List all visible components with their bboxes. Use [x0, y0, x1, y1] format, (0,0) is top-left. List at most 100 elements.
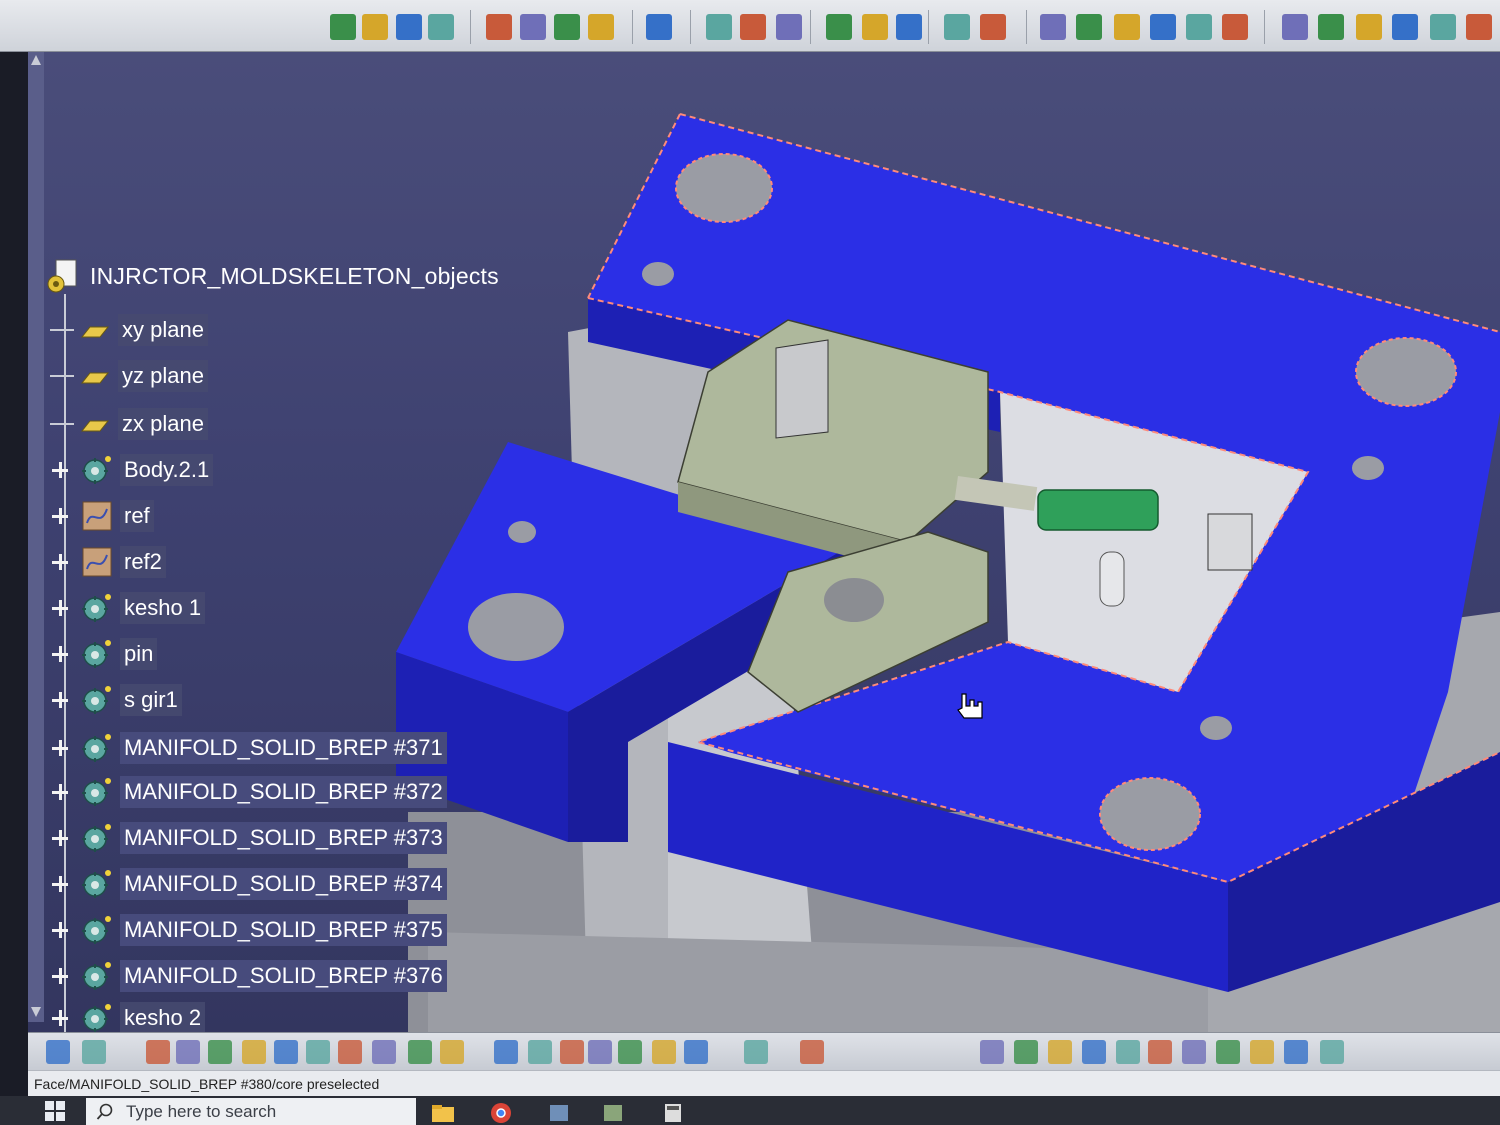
toolbar-tool-button[interactable] [274, 1040, 298, 1064]
toolbar-tool-button[interactable] [494, 1040, 518, 1064]
tree-node[interactable]: ref [50, 496, 154, 536]
toolbar-tool-button[interactable] [1150, 14, 1176, 40]
toolbar-tool-button[interactable] [146, 1040, 170, 1064]
windows-start-icon[interactable] [44, 1100, 66, 1122]
toolbar-tool-button[interactable] [82, 1040, 106, 1064]
toolbar-tool-button[interactable] [980, 1040, 1004, 1064]
toolbar-tool-button[interactable] [1356, 14, 1382, 40]
toolbar-tool-button[interactable] [560, 1040, 584, 1064]
toolbar-tool-button[interactable] [1318, 14, 1344, 40]
toolbar-tool-button[interactable] [520, 14, 546, 40]
toolbar-tool-button[interactable] [1392, 14, 1418, 40]
toolbar-tool-button[interactable] [528, 1040, 552, 1064]
toolbar-tool-button[interactable] [1222, 14, 1248, 40]
toolbar-tool-button[interactable] [684, 1040, 708, 1064]
toolbar-tool-button[interactable] [1320, 1040, 1344, 1064]
toolbar-tool-button[interactable] [646, 14, 672, 40]
insert-body[interactable] [1037, 489, 1159, 531]
app-icon[interactable] [600, 1102, 626, 1124]
toolbar-tool-button[interactable] [1116, 1040, 1140, 1064]
file-explorer-icon[interactable] [430, 1102, 456, 1124]
toolbar-tool-button[interactable] [1040, 14, 1066, 40]
toolbar-tool-button[interactable] [896, 14, 922, 40]
toolbar-tool-button[interactable] [208, 1040, 232, 1064]
toolbar-tool-button[interactable] [1182, 1040, 1206, 1064]
expand-plus-icon[interactable] [52, 784, 68, 800]
toolbar-tool-button[interactable] [618, 1040, 642, 1064]
toolbar-tool-button[interactable] [1430, 14, 1456, 40]
tree-node[interactable]: yz plane [50, 356, 208, 396]
toolbar-tool-button[interactable] [1082, 1040, 1106, 1064]
tree-node[interactable]: MANIFOLD_SOLID_BREP #374 [50, 864, 447, 904]
toolbar-tool-button[interactable] [1216, 1040, 1240, 1064]
toolbar-tool-button[interactable] [554, 14, 580, 40]
expand-plus-icon[interactable] [52, 600, 68, 616]
taskbar-search-box[interactable]: Type here to search [86, 1098, 416, 1125]
toolbar-tool-button[interactable] [362, 14, 388, 40]
app-icon[interactable] [546, 1102, 572, 1124]
scroll-down-icon[interactable] [30, 1006, 42, 1018]
expand-plus-icon[interactable] [52, 1010, 68, 1026]
tree-node[interactable]: MANIFOLD_SOLID_BREP #376 [50, 956, 447, 996]
toolbar-tool-button[interactable] [408, 1040, 432, 1064]
expand-plus-icon[interactable] [52, 740, 68, 756]
toolbar-tool-button[interactable] [944, 14, 970, 40]
tree-node[interactable]: s gir1 [50, 680, 182, 720]
tree-scrollbar[interactable] [28, 52, 44, 1022]
calculator-icon[interactable] [660, 1102, 686, 1124]
tree-node[interactable]: Body.2.1 [50, 450, 214, 490]
toolbar-tool-button[interactable] [1250, 1040, 1274, 1064]
tree-node[interactable]: xy plane [50, 310, 208, 350]
toolbar-tool-button[interactable] [1048, 1040, 1072, 1064]
toolbar-tool-button[interactable] [330, 14, 356, 40]
toolbar-tool-button[interactable] [588, 1040, 612, 1064]
tree-node[interactable]: zx plane [50, 404, 208, 444]
toolbar-tool-button[interactable] [1114, 14, 1140, 40]
tree-root[interactable]: INJRCTOR_MOLDSKELETON_objects [44, 258, 499, 294]
toolbar-tool-button[interactable] [338, 1040, 362, 1064]
tree-node[interactable]: MANIFOLD_SOLID_BREP #371 [50, 728, 447, 768]
expand-plus-icon[interactable] [52, 830, 68, 846]
toolbar-tool-button[interactable] [1466, 14, 1492, 40]
expand-plus-icon[interactable] [52, 554, 68, 570]
toolbar-tool-button[interactable] [800, 1040, 824, 1064]
toolbar-tool-button[interactable] [706, 14, 732, 40]
expand-plus-icon[interactable] [52, 922, 68, 938]
tree-node[interactable]: pin [50, 634, 158, 674]
expand-plus-icon[interactable] [52, 876, 68, 892]
toolbar-tool-button[interactable] [306, 1040, 330, 1064]
chrome-icon[interactable] [488, 1102, 514, 1124]
toolbar-tool-button[interactable] [1076, 14, 1102, 40]
tree-node[interactable]: ref2 [50, 542, 166, 582]
toolbar-tool-button[interactable] [46, 1040, 70, 1064]
expand-plus-icon[interactable] [52, 508, 68, 524]
toolbar-tool-button[interactable] [862, 14, 888, 40]
toolbar-tool-button[interactable] [372, 1040, 396, 1064]
tree-node[interactable]: MANIFOLD_SOLID_BREP #372 [50, 772, 447, 812]
toolbar-tool-button[interactable] [776, 14, 802, 40]
toolbar-tool-button[interactable] [242, 1040, 266, 1064]
expand-plus-icon[interactable] [52, 968, 68, 984]
tree-node[interactable]: kesho 1 [50, 588, 206, 628]
toolbar-tool-button[interactable] [1014, 1040, 1038, 1064]
toolbar-tool-button[interactable] [826, 14, 852, 40]
toolbar-tool-button[interactable] [176, 1040, 200, 1064]
toolbar-tool-button[interactable] [1284, 1040, 1308, 1064]
toolbar-tool-button[interactable] [1148, 1040, 1172, 1064]
toolbar-tool-button[interactable] [740, 14, 766, 40]
tree-node[interactable]: MANIFOLD_SOLID_BREP #373 [50, 818, 447, 858]
toolbar-tool-button[interactable] [588, 14, 614, 40]
tree-node[interactable]: MANIFOLD_SOLID_BREP #375 [50, 910, 447, 950]
expand-plus-icon[interactable] [52, 646, 68, 662]
scroll-up-icon[interactable] [30, 54, 42, 66]
expand-plus-icon[interactable] [52, 462, 68, 478]
toolbar-tool-button[interactable] [486, 14, 512, 40]
toolbar-tool-button[interactable] [652, 1040, 676, 1064]
toolbar-tool-button[interactable] [428, 14, 454, 40]
toolbar-tool-button[interactable] [396, 14, 422, 40]
toolbar-tool-button[interactable] [440, 1040, 464, 1064]
toolbar-tool-button[interactable] [1282, 14, 1308, 40]
toolbar-tool-button[interactable] [744, 1040, 768, 1064]
toolbar-tool-button[interactable] [1186, 14, 1212, 40]
toolbar-tool-button[interactable] [980, 14, 1006, 40]
